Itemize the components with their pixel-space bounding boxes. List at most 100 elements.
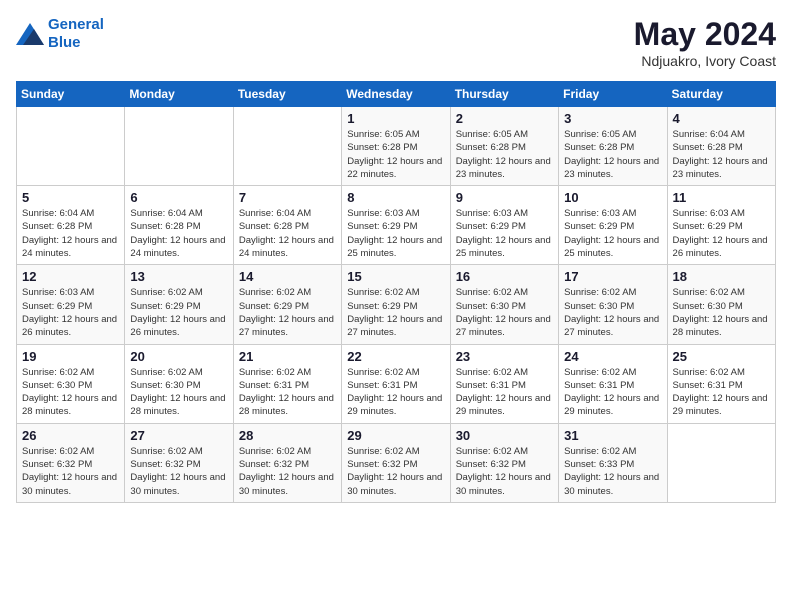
day-info-12: Sunrise: 6:03 AM Sunset: 6:29 PM Dayligh… bbox=[22, 286, 119, 339]
day-number-16: 16 bbox=[456, 269, 553, 284]
day-number-30: 30 bbox=[456, 428, 553, 443]
day-number-27: 27 bbox=[130, 428, 227, 443]
day-info-30: Sunrise: 6:02 AM Sunset: 6:32 PM Dayligh… bbox=[456, 445, 553, 498]
day-number-1: 1 bbox=[347, 111, 444, 126]
day-cell-7: 7Sunrise: 6:04 AM Sunset: 6:28 PM Daylig… bbox=[233, 186, 341, 265]
day-number-15: 15 bbox=[347, 269, 444, 284]
logo-line1: General bbox=[48, 16, 104, 33]
day-cell-5: 5 Sunrise: 6:04 AM Sunset: 6:28 PM Daylig… bbox=[17, 186, 125, 265]
day-info-2: Sunrise: 6:05 AM Sunset: 6:28 PM Dayligh… bbox=[456, 128, 553, 181]
calendar-header-row: SundayMondayTuesdayWednesdayThursdayFrid… bbox=[17, 82, 776, 107]
day-info-20: Sunrise: 6:02 AM Sunset: 6:30 PM Dayligh… bbox=[130, 366, 227, 419]
day-info-1: Sunrise: 6:05 AM Sunset: 6:28 PM Dayligh… bbox=[347, 128, 444, 181]
day-info-8: Sunrise: 6:03 AM Sunset: 6:29 PM Dayligh… bbox=[347, 207, 444, 260]
day-cell-27: 27Sunrise: 6:02 AM Sunset: 6:32 PM Dayli… bbox=[125, 423, 233, 502]
day-number-26: 26 bbox=[22, 428, 119, 443]
day-cell-2: 2 Sunrise: 6:05 AM Sunset: 6:28 PM Daylig… bbox=[450, 107, 558, 186]
day-cell-1: 1 Sunrise: 6:05 AM Sunset: 6:28 PM Daylig… bbox=[342, 107, 450, 186]
day-info-4: Sunrise: 6:04 AM Sunset: 6:28 PM Dayligh… bbox=[673, 128, 770, 181]
day-cell-18: 18 Sunrise: 6:02 AM Sunset: 6:30 PM Dayli… bbox=[667, 265, 775, 344]
day-cell-26: 26 Sunrise: 6:02 AM Sunset: 6:32 PM Dayli… bbox=[17, 423, 125, 502]
week-row-2: 5 Sunrise: 6:04 AM Sunset: 6:28 PM Daylig… bbox=[17, 186, 776, 265]
header-saturday: Saturday bbox=[667, 82, 775, 107]
day-cell-30: 30 Sunrise: 6:02 AM Sunset: 6:32 PM Dayli… bbox=[450, 423, 558, 502]
logo: General Blue bbox=[16, 16, 104, 52]
day-cell-16: 16 Sunrise: 6:02 AM Sunset: 6:30 PM Dayli… bbox=[450, 265, 558, 344]
day-number-24: 24 bbox=[564, 349, 661, 364]
day-cell-21: 21 Sunrise: 6:02 AM Sunset: 6:31 PM Dayli… bbox=[233, 344, 341, 423]
calendar-table: SundayMondayTuesdayWednesdayThursdayFrid… bbox=[16, 81, 776, 503]
day-number-3: 3 bbox=[564, 111, 661, 126]
day-cell-31: 31Sunrise: 6:02 AM Sunset: 6:33 PM Dayli… bbox=[559, 423, 667, 502]
day-number-12: 12 bbox=[22, 269, 119, 284]
day-info-7: Sunrise: 6:04 AM Sunset: 6:28 PM Dayligh… bbox=[239, 207, 336, 260]
day-cell-23: 23 Sunrise: 6:02 AM Sunset: 6:31 PM Dayli… bbox=[450, 344, 558, 423]
day-info-14: Sunrise: 6:02 AM Sunset: 6:29 PM Dayligh… bbox=[239, 286, 336, 339]
day-cell-13: 13 Sunrise: 6:02 AM Sunset: 6:29 PM Dayli… bbox=[125, 265, 233, 344]
day-info-3: Sunrise: 6:05 AM Sunset: 6:28 PM Dayligh… bbox=[564, 128, 661, 181]
empty-cell bbox=[125, 107, 233, 186]
day-info-26: Sunrise: 6:02 AM Sunset: 6:32 PM Dayligh… bbox=[22, 445, 119, 498]
day-info-5: Sunrise: 6:04 AM Sunset: 6:28 PM Dayligh… bbox=[22, 207, 119, 260]
day-cell-25: 25 Sunrise: 6:02 AM Sunset: 6:31 PM Dayli… bbox=[667, 344, 775, 423]
day-number-22: 22 bbox=[347, 349, 444, 364]
day-number-18: 18 bbox=[673, 269, 770, 284]
day-number-19: 19 bbox=[22, 349, 119, 364]
calendar-subtitle: Ndjuakro, Ivory Coast bbox=[634, 53, 776, 69]
day-cell-20: 20 Sunrise: 6:02 AM Sunset: 6:30 PM Dayli… bbox=[125, 344, 233, 423]
header-wednesday: Wednesday bbox=[342, 82, 450, 107]
header-tuesday: Tuesday bbox=[233, 82, 341, 107]
day-cell-9: 9Sunrise: 6:03 AM Sunset: 6:29 PM Daylig… bbox=[450, 186, 558, 265]
day-number-10: 10 bbox=[564, 190, 661, 205]
day-number-20: 20 bbox=[130, 349, 227, 364]
day-info-28: Sunrise: 6:02 AM Sunset: 6:32 PM Dayligh… bbox=[239, 445, 336, 498]
day-cell-12: 12 Sunrise: 6:03 AM Sunset: 6:29 PM Dayli… bbox=[17, 265, 125, 344]
calendar-title: May 2024 bbox=[634, 16, 776, 53]
day-cell-29: 29 Sunrise: 6:02 AM Sunset: 6:32 PM Dayli… bbox=[342, 423, 450, 502]
day-number-21: 21 bbox=[239, 349, 336, 364]
day-info-25: Sunrise: 6:02 AM Sunset: 6:31 PM Dayligh… bbox=[673, 366, 770, 419]
day-number-25: 25 bbox=[673, 349, 770, 364]
day-cell-17: 17Sunrise: 6:02 AM Sunset: 6:30 PM Dayli… bbox=[559, 265, 667, 344]
logo-text: General Blue bbox=[48, 16, 104, 52]
day-number-14: 14 bbox=[239, 269, 336, 284]
logo-icon bbox=[16, 23, 44, 45]
day-info-13: Sunrise: 6:02 AM Sunset: 6:29 PM Dayligh… bbox=[130, 286, 227, 339]
day-info-23: Sunrise: 6:02 AM Sunset: 6:31 PM Dayligh… bbox=[456, 366, 553, 419]
day-info-6: Sunrise: 6:04 AM Sunset: 6:28 PM Dayligh… bbox=[130, 207, 227, 260]
day-number-5: 5 bbox=[22, 190, 119, 205]
day-info-18: Sunrise: 6:02 AM Sunset: 6:30 PM Dayligh… bbox=[673, 286, 770, 339]
week-row-1: 1 Sunrise: 6:05 AM Sunset: 6:28 PM Daylig… bbox=[17, 107, 776, 186]
day-info-16: Sunrise: 6:02 AM Sunset: 6:30 PM Dayligh… bbox=[456, 286, 553, 339]
day-cell-22: 22Sunrise: 6:02 AM Sunset: 6:31 PM Dayli… bbox=[342, 344, 450, 423]
day-info-19: Sunrise: 6:02 AM Sunset: 6:30 PM Dayligh… bbox=[22, 366, 119, 419]
page-header: General Blue May 2024 Ndjuakro, Ivory Co… bbox=[16, 16, 776, 69]
day-cell-10: 10 Sunrise: 6:03 AM Sunset: 6:29 PM Dayli… bbox=[559, 186, 667, 265]
day-cell-6: 6Sunrise: 6:04 AM Sunset: 6:28 PM Daylig… bbox=[125, 186, 233, 265]
day-info-15: Sunrise: 6:02 AM Sunset: 6:29 PM Dayligh… bbox=[347, 286, 444, 339]
day-cell-14: 14 Sunrise: 6:02 AM Sunset: 6:29 PM Dayli… bbox=[233, 265, 341, 344]
day-info-11: Sunrise: 6:03 AM Sunset: 6:29 PM Dayligh… bbox=[673, 207, 770, 260]
day-cell-24: 24 Sunrise: 6:02 AM Sunset: 6:31 PM Dayli… bbox=[559, 344, 667, 423]
day-info-9: Sunrise: 6:03 AM Sunset: 6:29 PM Dayligh… bbox=[456, 207, 553, 260]
empty-cell bbox=[17, 107, 125, 186]
header-thursday: Thursday bbox=[450, 82, 558, 107]
header-monday: Monday bbox=[125, 82, 233, 107]
day-info-10: Sunrise: 6:03 AM Sunset: 6:29 PM Dayligh… bbox=[564, 207, 661, 260]
day-cell-4: 4Sunrise: 6:04 AM Sunset: 6:28 PM Daylig… bbox=[667, 107, 775, 186]
day-number-23: 23 bbox=[456, 349, 553, 364]
day-info-29: Sunrise: 6:02 AM Sunset: 6:32 PM Dayligh… bbox=[347, 445, 444, 498]
week-row-5: 26 Sunrise: 6:02 AM Sunset: 6:32 PM Dayli… bbox=[17, 423, 776, 502]
day-cell-19: 19 Sunrise: 6:02 AM Sunset: 6:30 PM Dayli… bbox=[17, 344, 125, 423]
day-number-31: 31 bbox=[564, 428, 661, 443]
week-row-4: 19 Sunrise: 6:02 AM Sunset: 6:30 PM Dayli… bbox=[17, 344, 776, 423]
day-number-8: 8 bbox=[347, 190, 444, 205]
day-info-21: Sunrise: 6:02 AM Sunset: 6:31 PM Dayligh… bbox=[239, 366, 336, 419]
day-info-24: Sunrise: 6:02 AM Sunset: 6:31 PM Dayligh… bbox=[564, 366, 661, 419]
day-number-29: 29 bbox=[347, 428, 444, 443]
day-number-11: 11 bbox=[673, 190, 770, 205]
logo-line2: Blue bbox=[48, 34, 81, 51]
day-number-2: 2 bbox=[456, 111, 553, 126]
day-cell-8: 8 Sunrise: 6:03 AM Sunset: 6:29 PM Daylig… bbox=[342, 186, 450, 265]
day-number-13: 13 bbox=[130, 269, 227, 284]
